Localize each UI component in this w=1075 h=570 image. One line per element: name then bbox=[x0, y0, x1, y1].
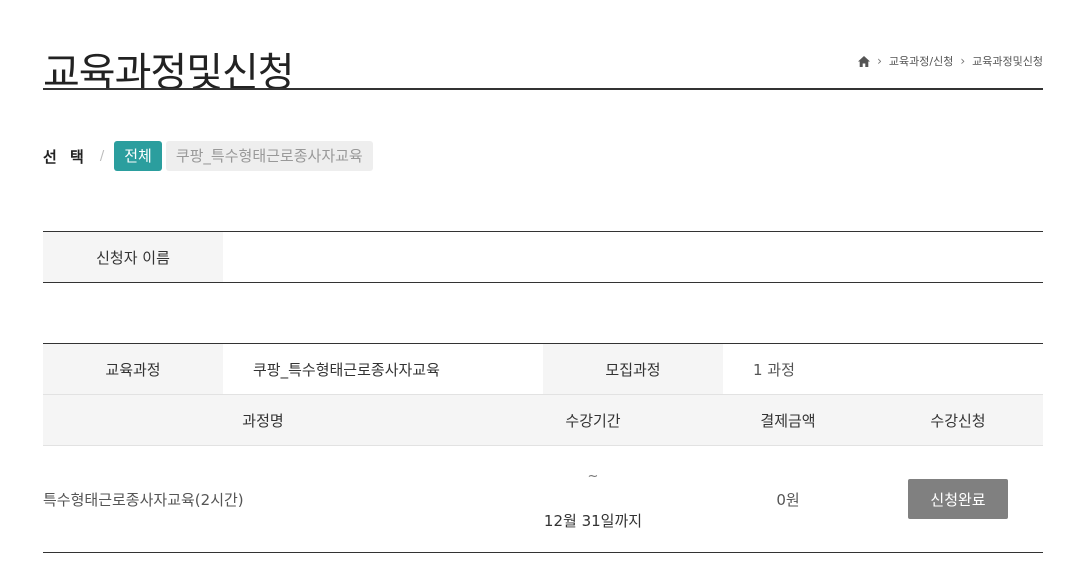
course-name: 특수형태근로종사자교육(2시간) bbox=[43, 490, 244, 509]
filter-label: 선 택 bbox=[43, 147, 88, 166]
course-period: ~ 12월 31일까지 bbox=[483, 446, 703, 552]
filter-chip-coupang[interactable]: 쿠팡_특수형태근로종사자교육 bbox=[165, 141, 373, 171]
course-table: 교육과정 쿠팡_특수형태근로종사자교육 모집과정 1 과정 과정명 수강기간 결… bbox=[43, 343, 1043, 553]
column-header-price: 결제금액 bbox=[760, 411, 816, 430]
chevron-right-icon: › bbox=[877, 54, 882, 68]
column-header-name: 과정명 bbox=[242, 411, 284, 430]
column-header-apply: 수강신청 bbox=[930, 411, 986, 430]
application-complete-button[interactable]: 신청완료 bbox=[908, 479, 1008, 519]
filter-separator: / bbox=[99, 148, 105, 164]
table-header-row: 과정명 수강기간 결제금액 수강신청 bbox=[43, 395, 1043, 446]
breadcrumb: › 교육과정/신청 › 교육과정및신청 bbox=[858, 53, 1043, 69]
course-price: 0원 bbox=[776, 490, 800, 509]
column-header-period: 수강기간 bbox=[565, 411, 621, 430]
recruit-value: 1 과정 bbox=[753, 360, 795, 379]
period-separator: ~ bbox=[587, 469, 599, 484]
course-label: 교육과정 bbox=[43, 344, 223, 394]
applicant-name-value bbox=[223, 232, 1043, 282]
filter-row: 선 택 / 전체 쿠팡_특수형태근로종사자교육 bbox=[43, 141, 377, 171]
course-info-row: 교육과정 쿠팡_특수형태근로종사자교육 모집과정 1 과정 bbox=[43, 344, 1043, 395]
applicant-name-label: 신청자 이름 bbox=[43, 232, 223, 282]
home-icon[interactable] bbox=[858, 55, 871, 67]
breadcrumb-item-current: 교육과정및신청 bbox=[972, 55, 1043, 68]
chevron-right-icon: › bbox=[960, 54, 966, 68]
title-divider bbox=[43, 88, 1043, 90]
breadcrumb-item[interactable]: 교육과정/신청 bbox=[889, 53, 953, 69]
recruit-label: 모집과정 bbox=[543, 344, 723, 394]
period-end: 12월 31일까지 bbox=[543, 512, 643, 530]
filter-chip-all[interactable]: 전체 bbox=[114, 141, 162, 171]
course-value: 쿠팡_특수형태근로종사자교육 bbox=[253, 360, 440, 379]
applicant-table: 신청자 이름 bbox=[43, 231, 1043, 283]
apply-cell: 신청완료 bbox=[873, 446, 1043, 552]
table-row: 특수형태근로종사자교육(2시간) ~ 12월 31일까지 0원 신청완료 bbox=[43, 446, 1043, 552]
